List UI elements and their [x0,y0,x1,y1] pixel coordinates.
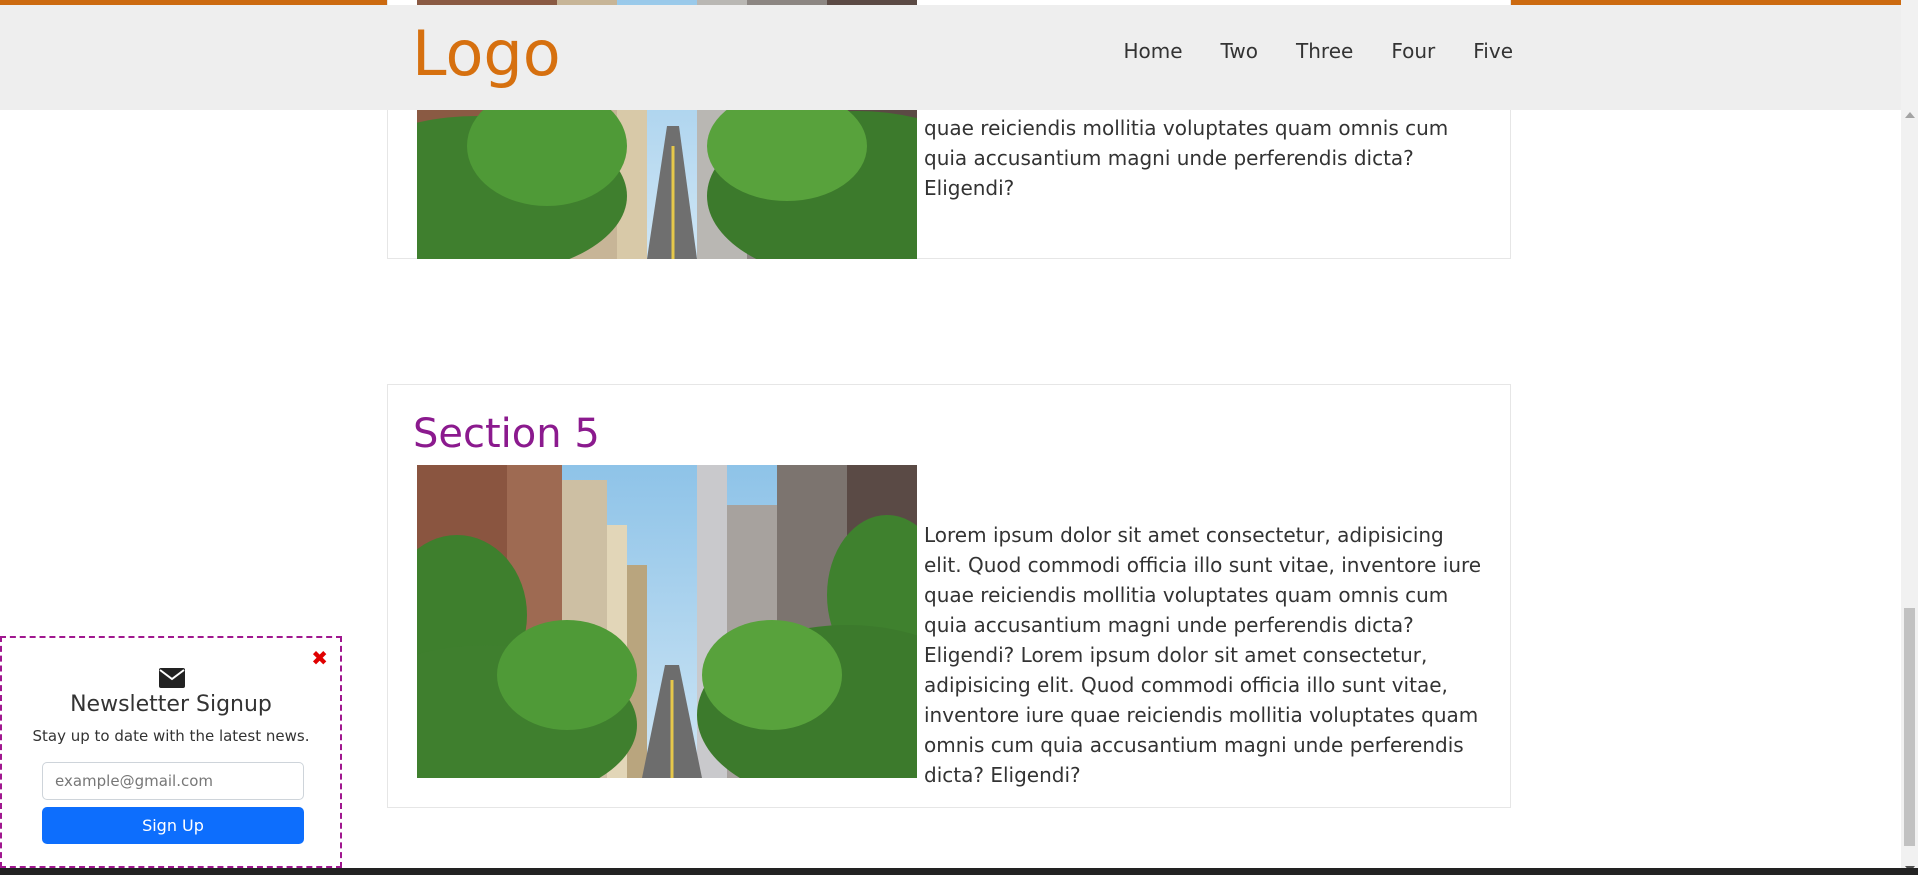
section-body-text: Lorem ipsum dolor sit amet consectetur, … [924,523,1482,787]
nav-link-five[interactable]: Five [1473,39,1513,63]
nav-link-three[interactable]: Three [1296,39,1353,63]
nav-link-four[interactable]: Four [1391,39,1435,63]
email-input[interactable] [42,762,304,800]
nav-link-home[interactable]: Home [1123,39,1182,63]
city-street-image [417,465,917,778]
logo[interactable]: Logo [412,23,561,85]
main-nav: Home Two Three Four Five [1123,39,1513,63]
newsletter-subtitle: Stay up to date with the latest news. [32,727,310,745]
envelope-icon [159,668,185,688]
scrollbar-thumb[interactable] [1904,608,1915,846]
section-card-5: Section 5 Lorem ipsum dolor sit amet con… [387,384,1511,808]
newsletter-title: Newsletter Signup [70,692,272,717]
close-icon[interactable]: ✖ [311,648,328,668]
taskbar-edge [0,868,1918,875]
nav-link-two[interactable]: Two [1221,39,1259,63]
sign-up-button[interactable]: Sign Up [42,807,304,844]
section-title: Section 5 [413,411,600,457]
navbar: Logo Home Two Three Four Five [0,5,1901,110]
scroll-up-arrow-icon[interactable] [1905,112,1915,118]
newsletter-popup: ✖ Newsletter Signup Stay up to date with… [0,636,342,868]
vertical-scrollbar[interactable] [1901,0,1918,875]
